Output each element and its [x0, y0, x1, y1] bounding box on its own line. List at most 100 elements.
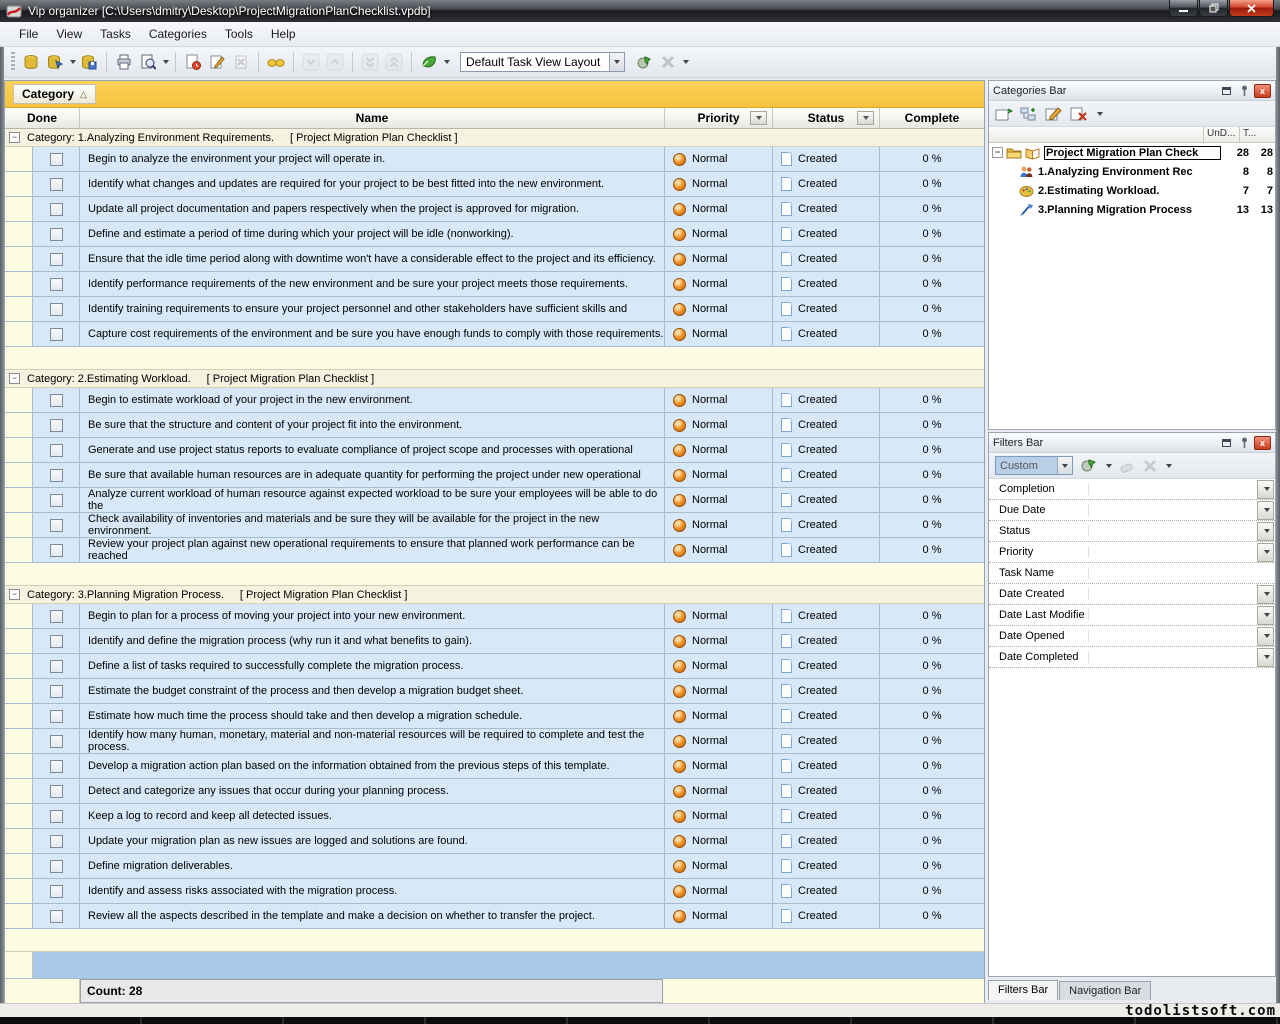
task-row[interactable]: Update all project documentation and pap… [5, 197, 984, 222]
task-row[interactable]: Review all the aspects described in the … [5, 904, 984, 929]
done-checkbox[interactable] [50, 785, 63, 798]
open-database-caret-icon[interactable] [70, 60, 76, 64]
task-row[interactable]: Update your migration plan as new issues… [5, 829, 984, 854]
done-checkbox[interactable] [50, 203, 63, 216]
task-row[interactable]: Identify performance requirements of the… [5, 272, 984, 297]
done-checkbox[interactable] [50, 328, 63, 341]
filter-preset-dropdown[interactable] [1057, 457, 1072, 474]
status-filter-dropdown[interactable] [857, 111, 874, 125]
done-checkbox[interactable] [50, 885, 63, 898]
tree-column-total[interactable]: T... [1239, 127, 1275, 142]
panel-maximize-icon[interactable] [1218, 84, 1234, 98]
print-preview-caret-icon[interactable] [163, 60, 169, 64]
move-up-icon[interactable] [324, 51, 346, 73]
task-row[interactable]: Define and estimate a period of time dur… [5, 222, 984, 247]
filters-toolbar-caret-icon[interactable] [1166, 464, 1172, 468]
filter-field-dropdown[interactable] [1257, 501, 1274, 520]
task-row[interactable]: Begin to plan for a process of moving yo… [5, 604, 984, 629]
menu-item[interactable]: View [47, 23, 91, 45]
menu-item[interactable]: Tasks [91, 23, 140, 45]
done-checkbox[interactable] [50, 228, 63, 241]
new-database-icon[interactable] [20, 51, 42, 73]
task-row[interactable]: Analyze current workload of human resour… [5, 488, 984, 513]
group-by-category-button[interactable]: Category △ [13, 84, 96, 104]
task-row[interactable]: Define a list of tasks required to succe… [5, 654, 984, 679]
tree-item[interactable]: 1.Analyzing Environment Rec 8 8 [989, 162, 1275, 181]
edit-category-icon[interactable] [1045, 106, 1063, 122]
done-checkbox[interactable] [50, 685, 63, 698]
column-header-done[interactable]: Done [5, 108, 80, 128]
category-header-row[interactable]: − Category: 3.Planning Migration Process… [5, 586, 984, 604]
new-task-icon[interactable] [182, 51, 204, 73]
done-checkbox[interactable] [50, 419, 63, 432]
done-checkbox[interactable] [50, 494, 63, 507]
remove-layout-icon[interactable] [657, 51, 679, 73]
menu-item[interactable]: Categories [140, 23, 216, 45]
task-row[interactable]: Begin to estimate workload of your proje… [5, 388, 984, 413]
task-row[interactable]: Be sure that available human resources a… [5, 463, 984, 488]
categories-toolbar-caret-icon[interactable] [1097, 112, 1103, 116]
done-checkbox[interactable] [50, 519, 63, 532]
column-header-priority[interactable]: Priority [665, 108, 773, 128]
tree-column-undone[interactable]: UnD... [1203, 127, 1239, 142]
category-header-row[interactable]: − Category: 1.Analyzing Environment Requ… [5, 129, 984, 147]
done-checkbox[interactable] [50, 610, 63, 623]
task-row[interactable]: Ensure that the idle time period along w… [5, 247, 984, 272]
done-checkbox[interactable] [50, 710, 63, 723]
done-checkbox[interactable] [50, 635, 63, 648]
done-checkbox[interactable] [50, 660, 63, 673]
done-checkbox[interactable] [50, 469, 63, 482]
layout-combobox[interactable]: Default Task View Layout [460, 52, 625, 72]
filter-field-dropdown[interactable] [1257, 585, 1274, 604]
open-database-icon[interactable] [44, 51, 66, 73]
category-header-row[interactable]: − Category: 2.Estimating Workload. [ Pro… [5, 370, 984, 388]
filter-field-dropdown[interactable] [1257, 480, 1274, 499]
delete-category-icon[interactable] [1070, 106, 1088, 122]
task-row[interactable]: Generate and use project status reports … [5, 438, 984, 463]
menu-item[interactable]: Tools [216, 23, 262, 45]
done-checkbox[interactable] [50, 303, 63, 316]
filter-field-dropdown[interactable] [1257, 522, 1274, 541]
task-row[interactable]: Identify and assess risks associated wit… [5, 879, 984, 904]
task-row[interactable]: Estimate the budget constraint of the pr… [5, 679, 984, 704]
notifications-icon[interactable] [418, 51, 440, 73]
task-row[interactable]: Check availability of inventories and ma… [5, 513, 984, 538]
new-category-icon[interactable] [995, 106, 1013, 122]
print-icon[interactable] [113, 51, 135, 73]
done-checkbox[interactable] [50, 178, 63, 191]
move-top-icon[interactable] [383, 51, 405, 73]
task-row[interactable]: Review your project plan against new ope… [5, 538, 984, 563]
done-checkbox[interactable] [50, 735, 63, 748]
priority-filter-dropdown[interactable] [750, 111, 767, 125]
panel-close-icon[interactable]: x [1254, 436, 1271, 450]
glasses-icon[interactable] [265, 51, 287, 73]
done-checkbox[interactable] [50, 394, 63, 407]
task-row[interactable]: Detect and categorize any issues that oc… [5, 779, 984, 804]
task-row[interactable]: Identify how many human, monetary, mater… [5, 729, 984, 754]
filter-preset-combobox[interactable]: Custom [995, 456, 1073, 475]
done-checkbox[interactable] [50, 835, 63, 848]
collapse-group-icon[interactable]: − [9, 132, 20, 143]
tab-filters-bar[interactable]: Filters Bar [988, 980, 1058, 1000]
filter-field-dropdown[interactable] [1257, 627, 1274, 646]
done-checkbox[interactable] [50, 444, 63, 457]
task-row[interactable]: Capture cost requirements of the environ… [5, 322, 984, 347]
filter-field-dropdown[interactable] [1257, 648, 1274, 667]
panel-maximize-icon[interactable] [1218, 436, 1234, 450]
collapse-group-icon[interactable]: − [9, 373, 20, 384]
task-row[interactable]: Define migration deliverables. Normal Cr… [5, 854, 984, 879]
filter-field-dropdown[interactable] [1257, 543, 1274, 562]
move-down-icon[interactable] [300, 51, 322, 73]
layout-combobox-dropdown[interactable] [609, 53, 624, 71]
apply-filter-icon[interactable] [1080, 458, 1097, 473]
panel-close-icon[interactable]: x [1254, 84, 1271, 98]
print-preview-icon[interactable] [137, 51, 159, 73]
minimize-button[interactable] [1169, 0, 1198, 17]
tree-item[interactable]: 3.Planning Migration Process 13 13 [989, 200, 1275, 219]
done-checkbox[interactable] [50, 544, 63, 557]
task-row[interactable]: Identify training requirements to ensure… [5, 297, 984, 322]
done-checkbox[interactable] [50, 810, 63, 823]
filter-field-dropdown[interactable] [1257, 606, 1274, 625]
apply-filter-caret-icon[interactable] [1106, 464, 1112, 468]
column-header-status[interactable]: Status [773, 108, 880, 128]
